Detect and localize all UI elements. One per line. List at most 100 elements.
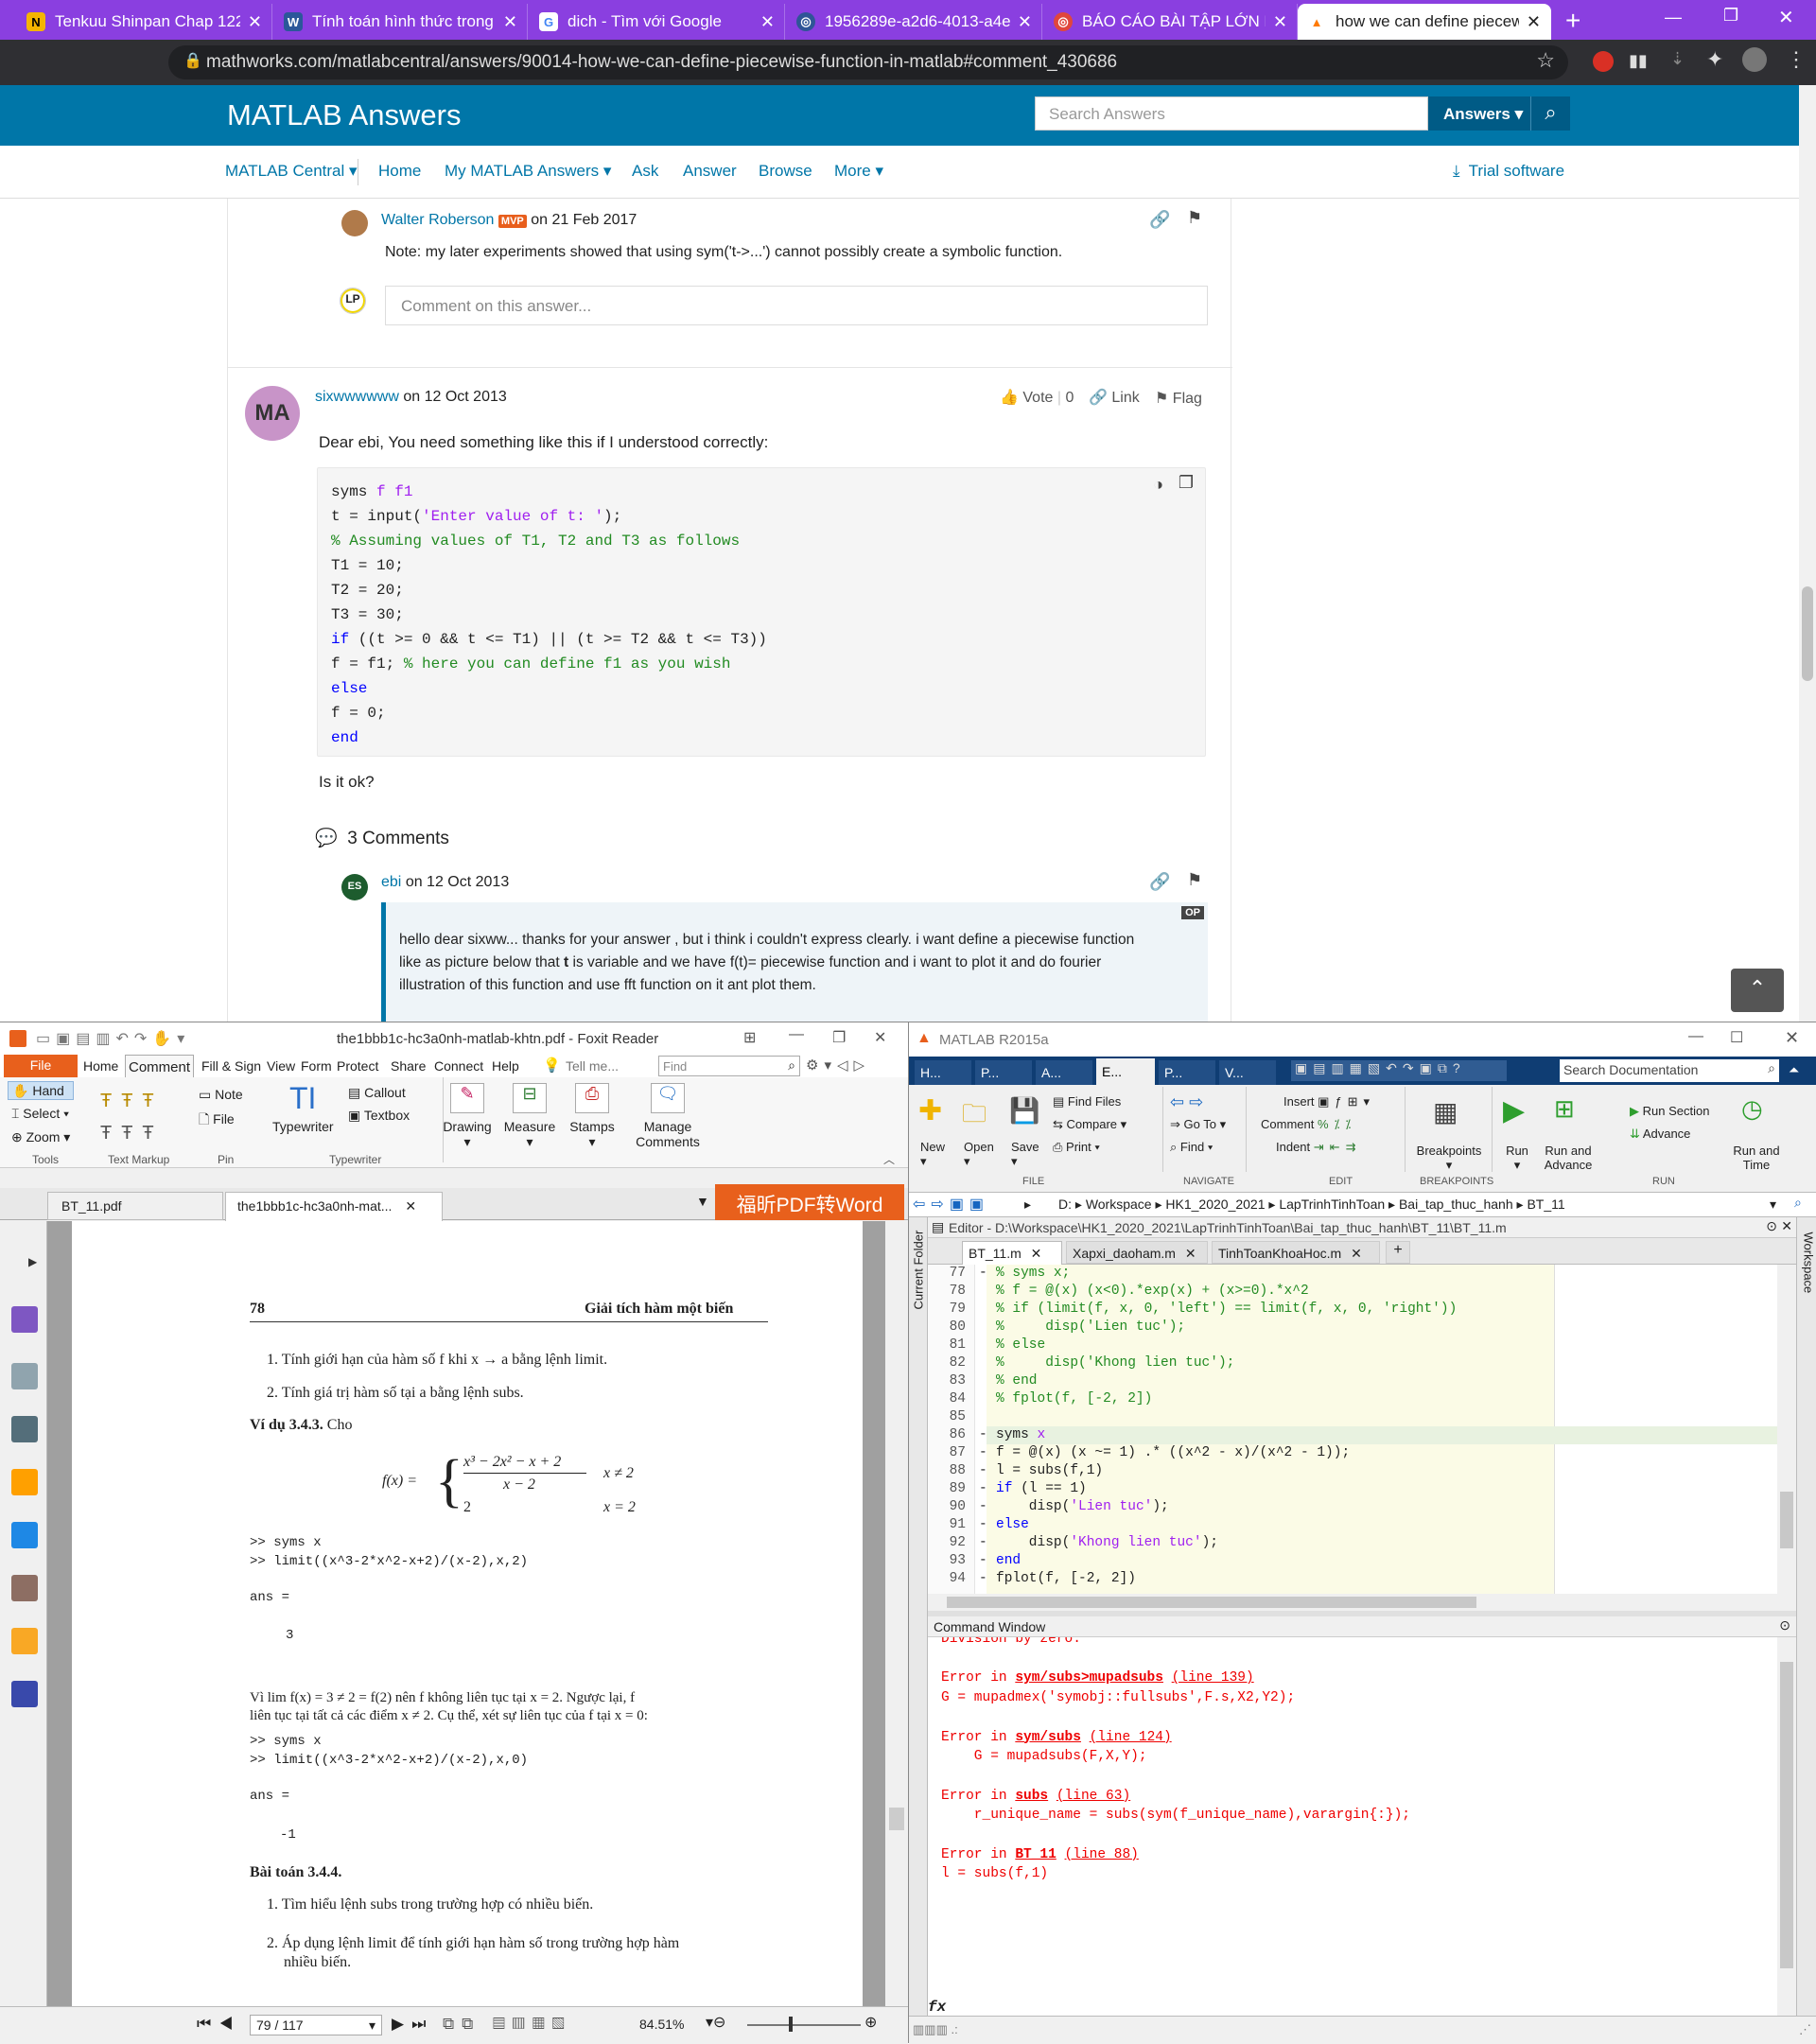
scrollbar-thumb[interactable] bbox=[1802, 586, 1813, 681]
browser-tab[interactable]: ◎ 1956289e-a2d6-4013-a4e3-5✕ bbox=[787, 4, 1042, 40]
menu-protect[interactable]: Protect bbox=[337, 1058, 378, 1074]
insert-button[interactable]: Insert ▣ƒ⊞▾ bbox=[1283, 1094, 1375, 1109]
download-icon[interactable]: ⇣ bbox=[1670, 49, 1685, 69]
browser-tab[interactable]: G dich - Tìm với Google ✕ bbox=[530, 4, 785, 40]
view-mode-icons[interactable]: ⧉⧉ ▤▥▦▧ bbox=[443, 2015, 572, 2034]
search-icon[interactable]: ⌕ bbox=[788, 1057, 795, 1074]
zoom-tool[interactable]: ⊕ Zoom ▾ bbox=[11, 1129, 70, 1145]
compare-button[interactable]: ⇆ Compare ▾ bbox=[1053, 1117, 1126, 1132]
run-and-time-button[interactable]: Run and Time bbox=[1728, 1144, 1785, 1172]
command-window[interactable]: Division by zero. Error in sym/subs>mupad… bbox=[928, 1637, 1777, 2016]
highlight-icons[interactable]: ŦŦŦ bbox=[100, 1091, 164, 1112]
maximize-icon[interactable]: ☐ bbox=[1730, 1028, 1743, 1047]
tabs-dropdown-icon[interactable]: ▼ bbox=[696, 1194, 709, 1209]
print-button[interactable]: ⎙ Print ▾ bbox=[1053, 1140, 1100, 1155]
layers-panel-icon[interactable] bbox=[11, 1416, 38, 1442]
editor-vscrollbar[interactable] bbox=[1777, 1265, 1796, 1594]
tab-view[interactable]: V... bbox=[1219, 1060, 1276, 1085]
find-options-icons[interactable]: ⚙▾◁▷ bbox=[806, 1057, 870, 1074]
comments-panel-icon[interactable] bbox=[11, 1469, 38, 1495]
page-nav-icons[interactable]: ▶⏭ bbox=[392, 2015, 433, 2034]
avatar[interactable] bbox=[1742, 47, 1767, 72]
collapse-ribbon-icon[interactable]: ︿ bbox=[883, 1151, 895, 1167]
copy-code-icon[interactable]: ❐ bbox=[1179, 472, 1194, 497]
nav-browse[interactable]: Browse bbox=[759, 162, 812, 181]
browser-tab[interactable]: ◎ BÁO CÁO BÀI TẬP LỚN MÔN✕ bbox=[1044, 4, 1298, 40]
nav-home[interactable]: Home bbox=[378, 162, 421, 181]
zoom-out-icon[interactable]: ▾⊖ bbox=[706, 2013, 725, 2032]
advance-button[interactable]: ⇊ Advance bbox=[1630, 1127, 1690, 1142]
flag-icon[interactable]: ⚑ bbox=[1187, 208, 1202, 228]
error-line-link[interactable]: (line 124) bbox=[1090, 1730, 1172, 1745]
manage-comments-button[interactable]: Manage Comments bbox=[626, 1119, 709, 1149]
menu-share[interactable]: Share bbox=[391, 1058, 426, 1074]
menu-fill-sign[interactable]: Fill & Sign bbox=[201, 1058, 261, 1074]
tab-editor[interactable]: E... bbox=[1096, 1058, 1155, 1085]
search-icon[interactable]: ⌕ bbox=[1530, 96, 1570, 131]
file-tab[interactable]: TinhToanKhoaHoc.m ✕ bbox=[1212, 1241, 1380, 1264]
author-link[interactable]: sixwwwwww bbox=[315, 389, 399, 405]
search-icon[interactable]: ⌕ bbox=[1794, 1195, 1802, 1211]
close-icon[interactable]: ✕ bbox=[1351, 1246, 1362, 1261]
collapse-ribbon-icon[interactable]: ⏶ bbox=[1789, 1062, 1799, 1078]
link-icon[interactable]: 🔗 bbox=[1149, 210, 1170, 230]
layout-icon[interactable]: ⊞ bbox=[743, 1028, 756, 1047]
trial-software-link[interactable]: ⤓ Trial software bbox=[1453, 162, 1564, 181]
error-line-link[interactable]: (line 63) bbox=[1056, 1789, 1130, 1804]
run-and-advance-button[interactable]: Run and Advance bbox=[1537, 1144, 1599, 1172]
close-window-icon[interactable]: ✕ bbox=[1778, 6, 1794, 29]
comment-input[interactable]: Comment on this answer... bbox=[385, 286, 1208, 325]
close-icon[interactable]: ✕ bbox=[1185, 1246, 1196, 1261]
tab-publish[interactable]: P... bbox=[1159, 1060, 1215, 1085]
tab-home[interactable]: H... bbox=[915, 1060, 971, 1085]
typewriter-button[interactable]: Typewriter bbox=[272, 1119, 334, 1134]
security-lock-icon[interactable] bbox=[11, 1628, 38, 1654]
scrollbar-thumb[interactable] bbox=[889, 1808, 904, 1830]
signature-panel-icon[interactable] bbox=[11, 1575, 38, 1601]
scrollbar-thumb[interactable] bbox=[947, 1597, 1476, 1608]
stamps-button[interactable]: Stamps ▾ bbox=[564, 1119, 620, 1150]
scrollbar-thumb[interactable] bbox=[1780, 1492, 1793, 1548]
menu-comment[interactable]: Comment bbox=[125, 1055, 195, 1077]
zoom-level[interactable]: 84.51% bbox=[639, 2017, 684, 2032]
doc-tab-active[interactable]: the1bbb1c-hc3a0nh-mat... ✕ bbox=[225, 1192, 443, 1221]
measure-button[interactable]: Measure ▾ bbox=[501, 1119, 558, 1150]
current-folder-rail[interactable]: Current Folder bbox=[909, 1217, 928, 2044]
run-button[interactable]: Run ▾ bbox=[1503, 1144, 1531, 1173]
menu-form[interactable]: Form bbox=[301, 1058, 332, 1074]
zoom-in-icon[interactable]: ⊕ bbox=[864, 2013, 877, 2032]
maximize-icon[interactable]: ❐ bbox=[1723, 6, 1738, 26]
path-dropdown-icon[interactable]: ▾ bbox=[1770, 1197, 1776, 1213]
tab-close-icon[interactable]: ✕ bbox=[1018, 12, 1032, 32]
command-scrollbar[interactable] bbox=[1777, 1637, 1796, 2016]
quick-access-toolbar[interactable]: ▣▤▥▦▧↶↷▣⧉? bbox=[1291, 1060, 1507, 1081]
hand-tool[interactable]: ✋ Hand bbox=[8, 1081, 74, 1100]
site-logo[interactable]: MATLAB Answers bbox=[227, 98, 462, 132]
browser-tab[interactable]: W Tính toán hình thức trong ma✕ bbox=[274, 4, 528, 40]
resize-grip-icon[interactable]: ⋰ bbox=[1799, 2022, 1811, 2037]
page-input[interactable]: 79 / 117 ▾ bbox=[250, 2015, 382, 2035]
page-scrollbar[interactable] bbox=[1799, 85, 1816, 1022]
new-button[interactable]: New ▾ bbox=[920, 1140, 945, 1169]
comment-button[interactable]: Comment %⁒⁒ bbox=[1261, 1117, 1356, 1132]
drawing-button[interactable]: Drawing ▾ bbox=[441, 1119, 494, 1150]
nav-my-answers[interactable]: My MATLAB Answers ▾ bbox=[445, 162, 611, 181]
find-input[interactable]: Find ⌕ bbox=[658, 1056, 800, 1076]
close-icon[interactable]: ✕ bbox=[1031, 1246, 1042, 1261]
tab-close-icon[interactable]: ✕ bbox=[248, 12, 262, 32]
menu-view[interactable]: View bbox=[267, 1058, 295, 1074]
flag-button[interactable]: ⚑ Flag bbox=[1155, 389, 1202, 408]
search-icon[interactable]: ⌕ bbox=[1768, 1060, 1775, 1076]
close-icon[interactable]: ✕ bbox=[874, 1028, 886, 1047]
tell-me[interactable]: Tell me... bbox=[566, 1058, 619, 1074]
bookmark-star-icon[interactable]: ☆ bbox=[1536, 48, 1555, 73]
error-link[interactable]: BT_11 bbox=[1015, 1847, 1056, 1862]
attachments-panel-icon[interactable] bbox=[11, 1522, 38, 1548]
tools-panel-icon[interactable] bbox=[11, 1681, 38, 1707]
editor-hscrollbar[interactable] bbox=[928, 1594, 1796, 1611]
code-editor[interactable]: 77-% syms x; 78% f = @(x) (x<0).*exp(x) … bbox=[928, 1265, 1777, 1594]
text-markup-icons[interactable]: ŦŦŦ bbox=[100, 1123, 164, 1144]
error-link[interactable]: sym/subs>mupadsubs bbox=[1015, 1670, 1163, 1686]
promo-banner[interactable]: 福昕PDF转Word bbox=[715, 1184, 904, 1220]
save-button[interactable]: Save ▾ bbox=[1011, 1140, 1039, 1169]
